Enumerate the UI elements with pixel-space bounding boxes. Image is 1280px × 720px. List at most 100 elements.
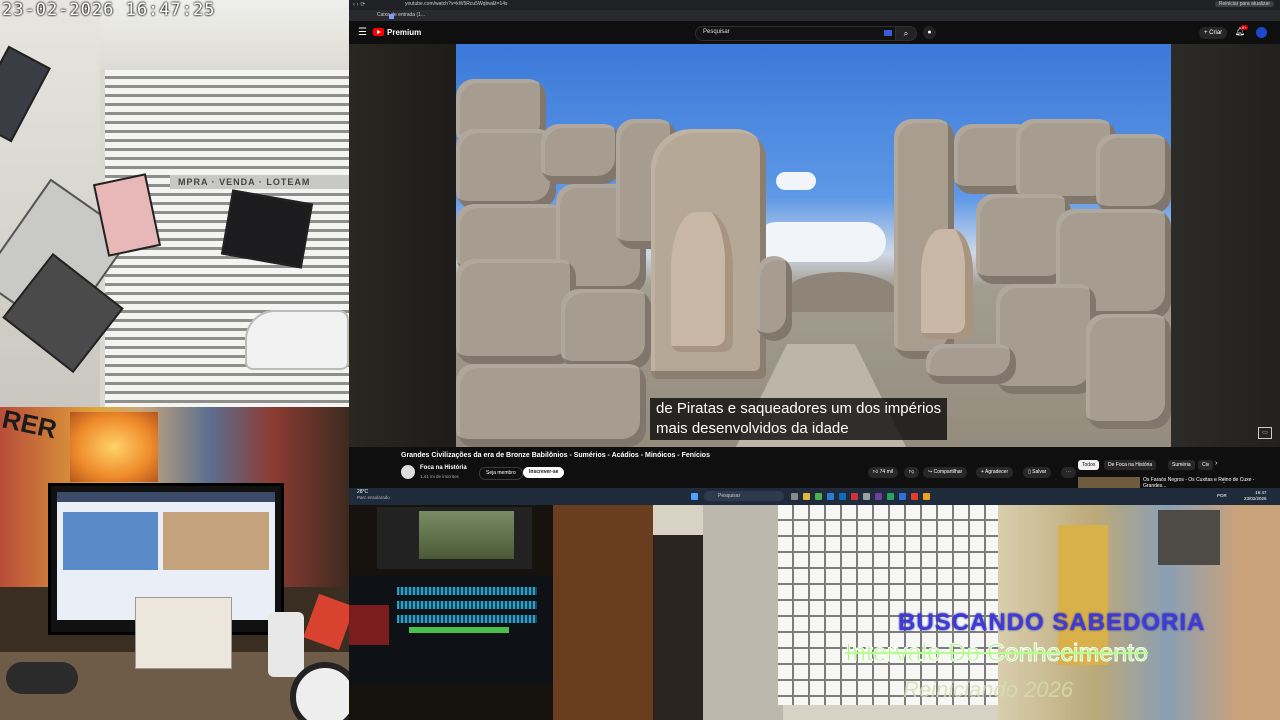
stone-block: [456, 259, 576, 364]
store-icon[interactable]: [839, 493, 846, 500]
save-label: Salvar: [1032, 469, 1047, 475]
stone-block: [541, 124, 621, 184]
lamp: [70, 412, 158, 482]
create-button[interactable]: + Criar: [1199, 27, 1228, 39]
app-icon[interactable]: [887, 493, 894, 500]
app-icon[interactable]: [911, 493, 918, 500]
windows-taskbar: 28°C Parc ensolarado Pesquisar POR 16:47…: [349, 488, 1280, 505]
keyboard-icon[interactable]: [884, 30, 892, 36]
camera-timestamp: 23-02-2026 16:47:25: [2, 0, 216, 20]
youtube-logo-icon[interactable]: [373, 28, 384, 36]
door: [553, 505, 653, 720]
subscriber-count: 1,41 mi de inscritos: [420, 474, 459, 479]
browser-window: ‹ › ⟳ youtube.com/watch?v=kW5Rcu5Wqbw&t=…: [349, 0, 1280, 488]
chip-channel[interactable]: De Foca na História: [1104, 460, 1157, 470]
lion-sculpture: [671, 212, 733, 352]
miniplayer-icon[interactable]: ▭: [1258, 427, 1272, 439]
microphone-icon[interactable]: ●: [923, 26, 936, 39]
lion-sculpture: [921, 229, 973, 339]
mouse: [6, 662, 78, 694]
stone-block: [1096, 134, 1171, 214]
caption-line: mais desenvolvidos da idade: [656, 420, 849, 437]
stone-block: [926, 344, 1016, 384]
weather-desc: Parc ensolarado: [357, 495, 390, 500]
windows-start-icon[interactable]: [691, 493, 698, 500]
red-object: [349, 605, 389, 645]
video-title: Grandes Civilizações da era de Bronze Ba…: [401, 452, 710, 459]
nav-buttons-icon[interactable]: ‹ › ⟳: [353, 1, 365, 8]
recommended-title[interactable]: Os Faraós Negros - Os Cuxitas e Reino de…: [1143, 477, 1263, 488]
shop-sign: MPRA · VENDA · LOTEAM: [170, 175, 349, 189]
room-camera-feed: BUSCANDO SABEDORIA Intervalo Do Conhecim…: [553, 505, 1280, 720]
share-label: Compartilhar: [933, 469, 963, 475]
restart-update-button[interactable]: Reiniciar para atualizar: [1214, 1, 1274, 7]
mail-icon: [389, 14, 394, 19]
waveform: [397, 601, 537, 609]
stone-block: [456, 364, 646, 447]
task-view-icon[interactable]: [791, 493, 798, 500]
system-clock[interactable]: 16:47 23/02/2026: [1244, 490, 1267, 502]
speaker: [1158, 510, 1220, 565]
more-options-icon[interactable]: ⋮: [1221, 477, 1227, 484]
thumbs-up-icon: 👍︎: [873, 469, 880, 475]
desk-camera-feed: RER: [0, 407, 349, 720]
thanks-label: Agradecer: [985, 469, 1009, 475]
app-icon[interactable]: [875, 493, 882, 500]
avatar[interactable]: [1256, 27, 1267, 38]
graffiti-wall: [703, 505, 783, 720]
app-icon[interactable]: [923, 493, 930, 500]
chip-sumeria[interactable]: Suméria: [1168, 460, 1195, 470]
screen-toolbar: [57, 492, 275, 502]
bottle: [268, 612, 304, 677]
browser-toolbar: ‹ › ⟳ youtube.com/watch?v=kW5Rcu5Wqbw&t=…: [349, 0, 1280, 10]
parked-car: [245, 310, 349, 370]
app-icon[interactable]: [863, 493, 870, 500]
dislike-button[interactable]: 👎︎: [904, 467, 920, 478]
app-icon[interactable]: [899, 493, 906, 500]
clock-date: 23/02/2026: [1244, 496, 1267, 501]
save-button[interactable]: ▯ Salvar: [1023, 467, 1052, 478]
video-frame[interactable]: de Piratas e saqueadores um dos impérios…: [456, 44, 1171, 447]
chevron-right-icon[interactable]: ›: [1215, 460, 1217, 467]
join-button[interactable]: Seja membro: [479, 467, 523, 480]
like-button[interactable]: 👍︎ 74 mil: [868, 467, 898, 478]
notification-badge: 9+: [1241, 25, 1248, 30]
hill: [786, 272, 896, 312]
stone-block: [561, 289, 651, 369]
bookmark-inbox[interactable]: Caixa de entrada (1...: [369, 12, 426, 19]
overlay-title: BUSCANDO SABEDORIA: [898, 609, 1206, 636]
video-player[interactable]: de Piratas e saqueadores um dos impérios…: [349, 44, 1280, 447]
youtube-header: ☰ Premium Pesquisar ⌕ ● + Criar 🔔︎ 9+: [349, 25, 1280, 43]
channel-avatar[interactable]: [401, 465, 415, 479]
app-icon[interactable]: [851, 493, 858, 500]
share-button[interactable]: ↪ Compartilhar: [923, 467, 968, 478]
chip-civ[interactable]: Civ: [1198, 460, 1214, 470]
taskbar-search[interactable]: Pesquisar: [704, 491, 784, 501]
language-indicator[interactable]: POR: [1217, 493, 1227, 498]
search-icon[interactable]: ⌕: [895, 26, 917, 41]
thanks-button[interactable]: + Agradecer: [976, 467, 1014, 478]
stone-block: [1086, 314, 1171, 429]
search-input[interactable]: Pesquisar: [695, 26, 897, 41]
youtube-brand[interactable]: Premium: [387, 28, 421, 37]
channel-name[interactable]: Foca na História: [420, 465, 467, 471]
monitor-screen: [419, 511, 514, 559]
menu-icon[interactable]: ☰: [358, 27, 367, 38]
weather-widget[interactable]: 28°C Parc ensolarado: [357, 489, 390, 501]
studio-camera-feed: [349, 505, 553, 720]
waveform: [397, 587, 537, 595]
file-explorer-icon[interactable]: [803, 493, 810, 500]
gate-camera-feed: MPRA · VENDA · LOTEAM 23-02-2026 16:47:2…: [0, 0, 349, 407]
screen-video: [163, 512, 269, 570]
more-actions-icon[interactable]: ⋯: [1061, 467, 1076, 478]
subscribe-button[interactable]: Inscrever-se: [523, 467, 565, 478]
recommended-thumbnail[interactable]: [1078, 477, 1140, 488]
address-bar[interactable]: youtube.com/watch?v=kW5Rcu5Wqbw&t=14s: [405, 1, 508, 7]
edge-icon[interactable]: [827, 493, 834, 500]
like-count: 74 mil: [879, 469, 893, 475]
chrome-icon[interactable]: [815, 493, 822, 500]
window-grid: [778, 505, 998, 705]
bookshelf: [653, 535, 708, 720]
chip-all[interactable]: Todos: [1078, 460, 1100, 470]
bookmark-label: Caixa de entrada (1...: [377, 12, 426, 18]
